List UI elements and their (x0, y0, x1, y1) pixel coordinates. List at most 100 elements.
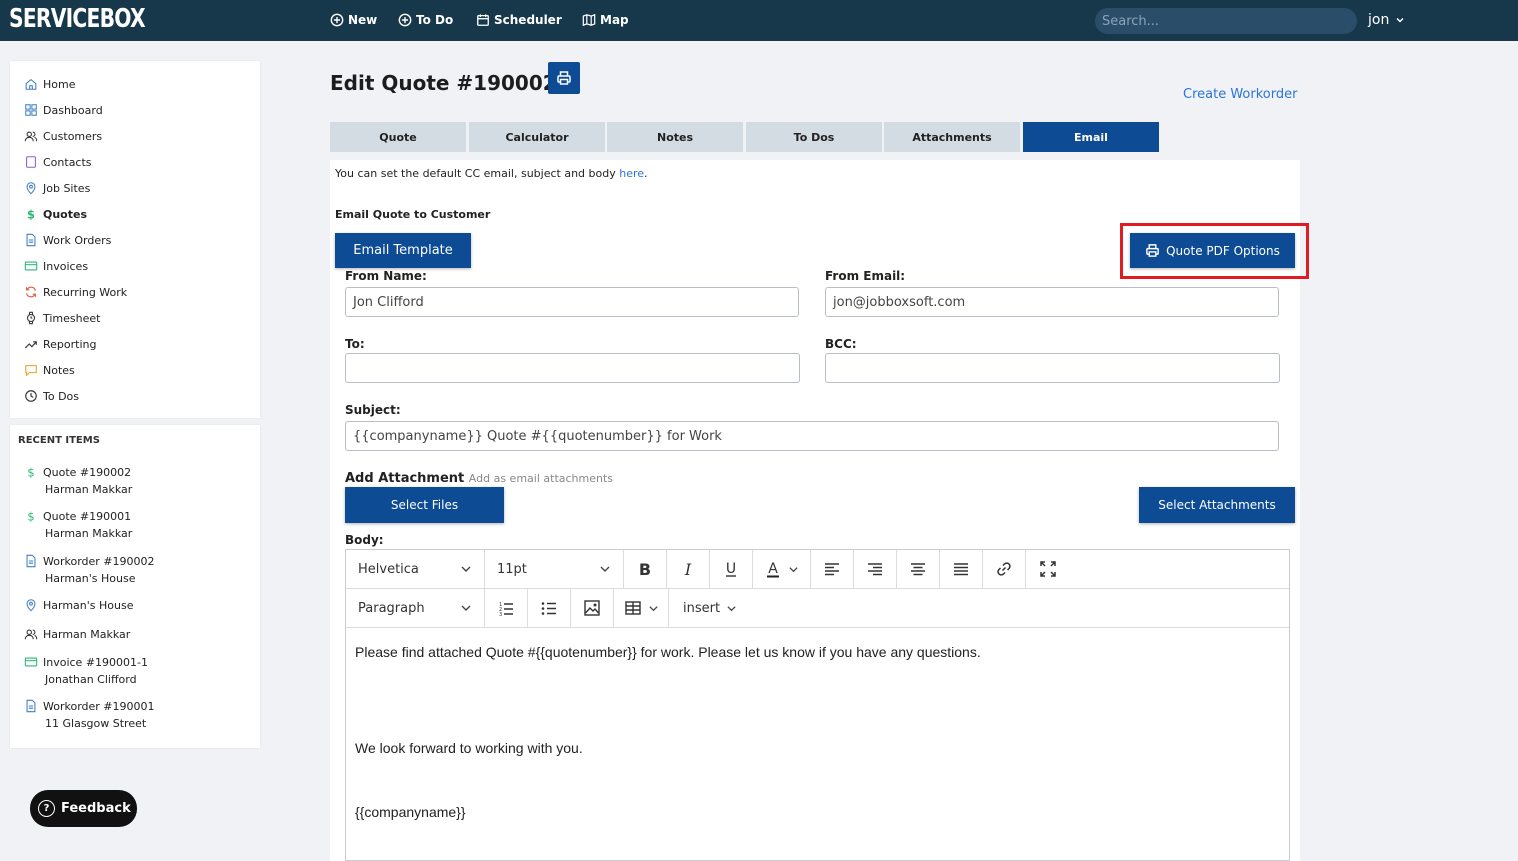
new-button[interactable]: New (330, 10, 377, 30)
to-label: To: (345, 337, 365, 351)
info-text: You can set the default CC email, subjec… (335, 167, 620, 180)
editor-body-line[interactable]: {{companyname}} (355, 804, 466, 820)
recent-item[interactable]: Workorder #190002 Harman's House (24, 553, 155, 585)
svg-text:B: B (639, 560, 651, 578)
user-menu[interactable]: jon (1368, 12, 1405, 28)
tab-attachments[interactable]: Attachments (884, 122, 1020, 152)
recent-item[interactable]: Harman's House (24, 597, 134, 613)
here-link[interactable]: here (619, 167, 644, 180)
align-center-icon (911, 563, 925, 576)
recent-item-title: Harman Makkar (43, 627, 131, 641)
app-logo[interactable]: SERVICEBOX (9, 4, 146, 34)
italic-button[interactable]: I (667, 550, 710, 588)
tab-calculator[interactable]: Calculator (469, 122, 605, 152)
recent-item-title: Quote #190002 (43, 465, 132, 479)
font-size-select[interactable]: 11pt (485, 550, 624, 588)
numbered-list-icon: 123 (499, 602, 513, 617)
todo-label: To Do (416, 13, 454, 27)
align-justify-button[interactable] (940, 550, 983, 588)
fullscreen-button[interactable] (1026, 550, 1069, 588)
text-color-button[interactable]: A (753, 550, 811, 588)
block-format-select[interactable]: Paragraph (346, 589, 485, 627)
from-email-field[interactable]: jon@jobboxsoft.com (825, 287, 1279, 317)
map-button[interactable]: Map (582, 10, 629, 30)
underline-button[interactable]: U (710, 550, 753, 588)
sidebar-item-recurring-work[interactable]: Recurring Work (24, 283, 127, 301)
recent-item-subtitle: Harman's House (45, 572, 136, 585)
chevron-down-icon (600, 566, 610, 572)
sidebar-item-dashboard[interactable]: Dashboard (24, 101, 103, 119)
question-icon: ? (38, 800, 55, 817)
insert-table-button[interactable] (614, 589, 669, 627)
section-title: Email Quote to Customer (335, 208, 491, 221)
insert-image-button[interactable] (571, 589, 614, 627)
align-left-button[interactable] (811, 550, 854, 588)
bcc-field[interactable] (825, 353, 1280, 383)
link-icon (997, 562, 1011, 576)
document-icon (26, 699, 36, 713)
sidebar-item-contacts[interactable]: Contacts (24, 153, 92, 171)
sidebar-item-home[interactable]: Home (24, 75, 75, 93)
insert-menu[interactable]: insert (669, 589, 749, 627)
editor-toolbar-row-1: Helvetica 11pt B I U A (346, 550, 1289, 589)
bullet-list-button[interactable] (528, 589, 571, 627)
tab-notes[interactable]: Notes (607, 122, 743, 152)
sidebar-item-to-dos[interactable]: To Dos (24, 387, 79, 405)
todo-button[interactable]: To Do (398, 10, 453, 30)
sidebar-item-label: To Dos (43, 389, 80, 403)
document-icon (26, 233, 36, 247)
sidebar-item-customers[interactable]: Customers (24, 127, 102, 145)
recent-item[interactable]: $ Quote #190001 Harman Makkar (24, 508, 132, 540)
page-title: Edit Quote #190002 (330, 71, 557, 95)
feedback-button[interactable]: ? Feedback (30, 790, 137, 827)
new-label: New (348, 13, 378, 27)
sidebar-item-label: Timesheet (43, 311, 101, 325)
tab-email[interactable]: Email (1023, 122, 1159, 152)
font-family-select[interactable]: Helvetica (346, 550, 485, 588)
users-icon (24, 629, 38, 640)
tab-quote[interactable]: Quote (330, 122, 466, 152)
sidebar-item-label: Recurring Work (43, 285, 128, 299)
scheduler-button[interactable]: Scheduler (476, 10, 562, 30)
editor-body-line[interactable]: Please find attached Quote #{{quotenumbe… (355, 644, 981, 660)
recent-items-title: RECENT ITEMS (18, 435, 100, 446)
from-name-label: From Name: (345, 269, 427, 283)
create-workorder-link[interactable]: Create Workorder (1183, 87, 1297, 102)
subject-field[interactable]: {{companyname}} Quote #{{quotenumber}} f… (345, 421, 1279, 451)
chevron-down-icon (789, 566, 798, 572)
sidebar-item-label: Dashboard (43, 103, 103, 117)
select-attachments-button[interactable]: Select Attachments (1139, 487, 1295, 523)
users-icon (24, 131, 38, 142)
sidebar-item-work-orders[interactable]: Work Orders (24, 231, 111, 249)
font-family-value: Helvetica (358, 561, 419, 577)
dollar-icon: $ (27, 465, 34, 479)
from-name-field[interactable]: Jon Clifford (345, 287, 799, 317)
recent-item[interactable]: Workorder #190001 11 Glasgow Street (24, 698, 155, 730)
recent-item[interactable]: Invoice #190001-1 Jonathan Clifford (24, 654, 148, 686)
search-input[interactable] (1095, 8, 1357, 34)
align-justify-icon (954, 563, 968, 576)
sidebar-item-timesheet[interactable]: Timesheet (24, 309, 100, 327)
link-button[interactable] (983, 550, 1026, 588)
sidebar-item-quotes[interactable]: $ Quotes (24, 205, 87, 223)
recent-item-subtitle: Harman Makkar (45, 527, 133, 540)
sidebar-item-invoices[interactable]: Invoices (24, 257, 88, 275)
tab-to-dos[interactable]: To Dos (746, 122, 882, 152)
editor-body-line[interactable]: We look forward to working with you. (355, 740, 583, 756)
recent-item[interactable]: $ Quote #190002 Harman Makkar (24, 464, 132, 496)
sidebar-item-reporting[interactable]: Reporting (24, 335, 96, 353)
align-center-button[interactable] (897, 550, 940, 588)
email-template-button[interactable]: Email Template (335, 233, 471, 268)
bold-button[interactable]: B (624, 550, 667, 588)
add-attachment-label: Add Attachment Add as email attachments (345, 471, 613, 486)
svg-text:U: U (726, 561, 736, 577)
print-button[interactable] (548, 62, 580, 94)
numbered-list-button[interactable]: 123 (485, 589, 528, 627)
to-field[interactable] (345, 353, 800, 383)
align-left-icon (825, 563, 839, 576)
align-right-button[interactable] (854, 550, 897, 588)
select-files-button[interactable]: Select Files (345, 487, 504, 523)
recent-item[interactable]: Harman Makkar (24, 626, 130, 642)
sidebar-item-notes[interactable]: Notes (24, 361, 75, 379)
sidebar-item-job-sites[interactable]: Job Sites (24, 179, 90, 197)
